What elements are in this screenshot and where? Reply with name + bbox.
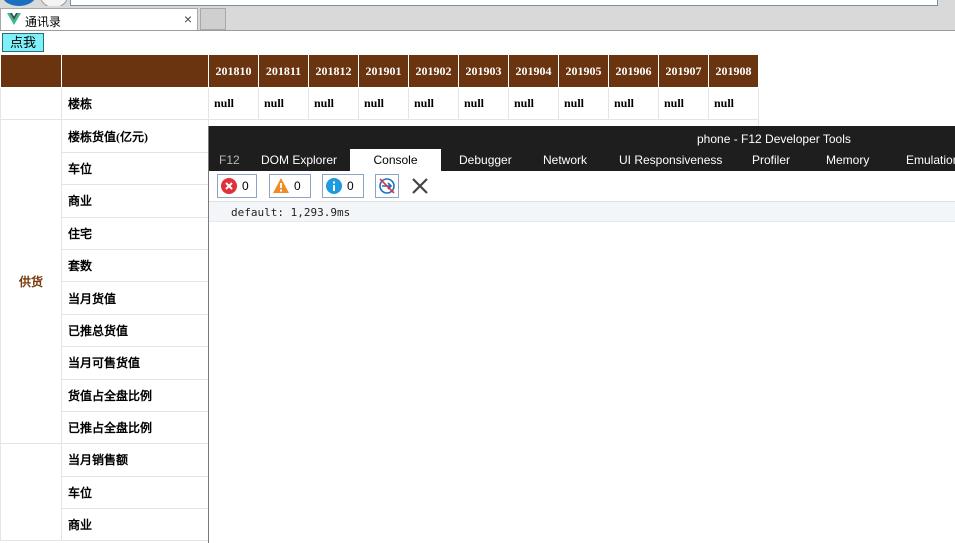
warning-count: 0 [294, 179, 301, 193]
table-cell: null [308, 86, 359, 121]
row-label: 车位 [61, 151, 209, 186]
table-cell: null [558, 86, 609, 121]
vue-logo-icon [7, 13, 21, 25]
tab-console[interactable]: Console [350, 149, 441, 171]
clear-console-icon[interactable] [409, 175, 431, 197]
tab-emulation[interactable]: Emulation [906, 149, 955, 171]
row-label: 当月可售货值 [61, 346, 209, 380]
info-filter-button[interactable]: 0 [322, 174, 364, 198]
month-header: 201906 [608, 54, 659, 88]
table-cell: null [608, 86, 659, 121]
row-label: 商业 [61, 184, 209, 218]
browser-tab[interactable]: 通讯录 × [0, 8, 198, 30]
tab-title: 通讯录 [25, 15, 62, 29]
table-cell: null [208, 86, 259, 121]
table-cell: null [258, 86, 309, 121]
group-label-supply: 供货 [0, 119, 62, 445]
tab-dom-explorer[interactable]: DOM Explorer [261, 149, 337, 171]
table-cell: null [408, 86, 459, 121]
click-me-button[interactable]: 点我 [2, 33, 44, 52]
info-count: 0 [347, 179, 354, 193]
month-header: 201904 [508, 54, 559, 88]
month-header: 201908 [708, 54, 759, 88]
group-cell [0, 86, 62, 121]
table-header-row: 201810 201811 201812 201901 201902 20190… [0, 54, 759, 88]
errors-filter-button[interactable]: 0 [217, 174, 257, 198]
row-label: 当月货值 [61, 281, 209, 315]
devtools-title-bar[interactable]: phone - F12 Developer Tools [209, 126, 955, 149]
devtools-panel: phone - F12 Developer Tools F12 DOM Expl… [208, 126, 955, 543]
browser-tab-bar: 通讯录 × [0, 6, 955, 30]
error-icon [221, 178, 237, 194]
tab-network[interactable]: Network [543, 149, 587, 171]
table-cell: null [358, 86, 409, 121]
month-header: 201903 [458, 54, 509, 88]
tab-debugger[interactable]: Debugger [459, 149, 512, 171]
clear-on-navigate-button[interactable] [375, 174, 399, 198]
table-cell: null [658, 86, 709, 121]
row-label: 楼栋 [61, 86, 209, 121]
tab-close-icon[interactable]: × [184, 11, 192, 27]
header-empty-cell [0, 54, 62, 88]
warning-icon [273, 178, 289, 193]
month-header: 201907 [658, 54, 709, 88]
devtools-title: phone - F12 Developer Tools [697, 132, 851, 146]
row-label: 套数 [61, 248, 209, 283]
row-label: 货值占全盘比例 [61, 378, 209, 412]
warnings-filter-button[interactable]: 0 [269, 174, 311, 198]
row-label: 住宅 [61, 216, 209, 250]
new-tab-button[interactable] [200, 8, 226, 30]
table-cell: null [708, 86, 759, 121]
month-header: 201905 [558, 54, 609, 88]
tab-f12[interactable]: F12 [219, 149, 240, 171]
tab-ui-responsiveness[interactable]: UI Responsiveness [619, 149, 722, 171]
tab-profiler[interactable]: Profiler [752, 149, 790, 171]
month-header: 201901 [358, 54, 409, 88]
table-cell: null [508, 86, 559, 121]
row-label: 已推占全盘比例 [61, 410, 209, 445]
month-header: 201810 [208, 54, 259, 88]
row-label: 已推总货值 [61, 313, 209, 348]
table-cell: null [458, 86, 509, 121]
group-label-sales [0, 443, 62, 542]
row-label: 楼栋货值(亿元) [61, 119, 209, 153]
console-toolbar: 0 0 0 [209, 171, 955, 202]
info-icon [326, 178, 342, 194]
row-label: 商业 [61, 508, 209, 542]
table-row: 楼栋 null null null null null null null nu… [0, 86, 759, 121]
devtools-tab-bar: F12 DOM Explorer Console Debugger Networ… [209, 149, 955, 171]
clear-on-navigate-icon [379, 178, 395, 194]
console-message: default: 1,293.9ms [209, 202, 955, 222]
error-count: 0 [242, 179, 249, 193]
month-header: 201812 [308, 54, 359, 88]
row-label: 当月销售额 [61, 443, 209, 477]
month-header: 201811 [258, 54, 309, 88]
row-label: 车位 [61, 475, 209, 510]
chrome-divider [0, 30, 955, 31]
tab-memory[interactable]: Memory [826, 149, 869, 171]
console-message-text: default: 1,293.9ms [231, 206, 351, 219]
header-empty-cell [61, 54, 209, 88]
month-header: 201902 [408, 54, 459, 88]
